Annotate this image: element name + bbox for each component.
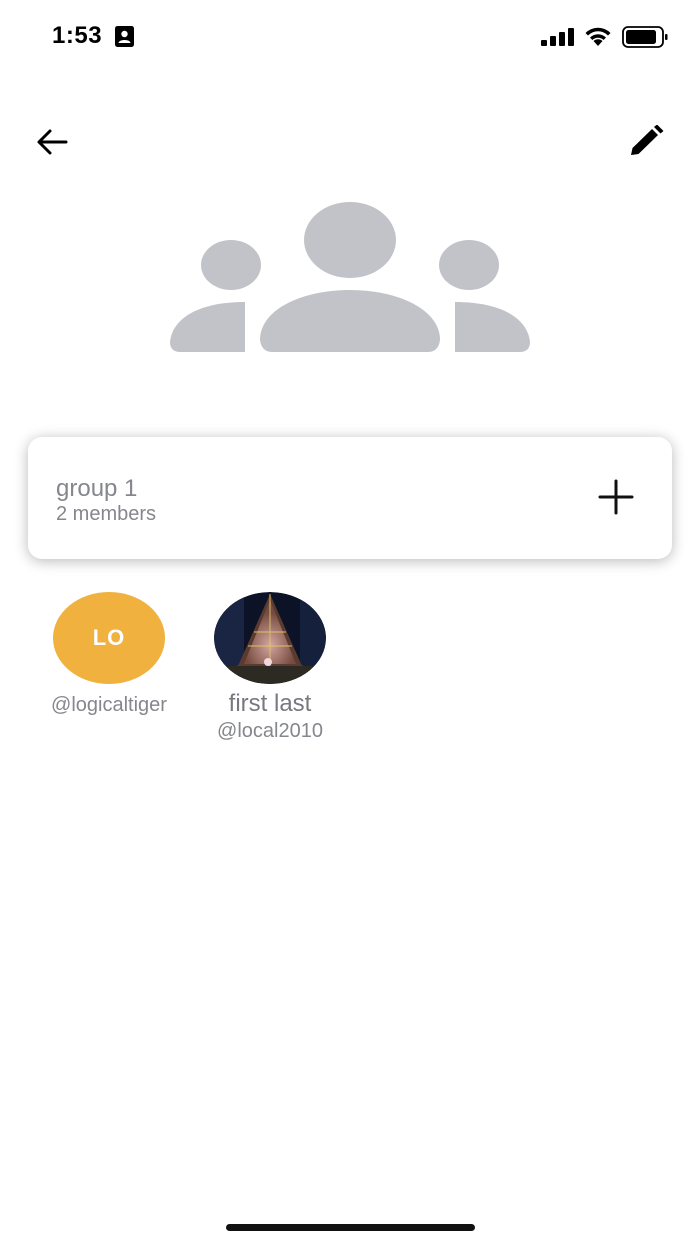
arrow-left-icon <box>37 129 68 155</box>
avatar-initials: LO <box>92 625 126 650</box>
group-name: group 1 <box>56 475 138 502</box>
edit-button[interactable] <box>624 120 670 164</box>
status-time: 1:53 <box>52 22 103 49</box>
back-button[interactable] <box>30 122 74 162</box>
contact-card-icon <box>115 26 134 47</box>
wifi-icon <box>585 27 611 46</box>
member-handle: @logicaltiger <box>51 694 167 716</box>
avatar <box>214 592 326 684</box>
home-indicator[interactable] <box>226 1224 475 1231</box>
member-name: first last <box>228 690 312 717</box>
group-members-count: 2 members <box>56 503 157 525</box>
add-member-button[interactable] <box>592 473 640 521</box>
group-card: group 1 2 members <box>28 437 672 559</box>
member-handle: @local2010 <box>217 720 323 742</box>
member-item[interactable]: first last @local2010 <box>196 592 344 744</box>
battery-icon <box>622 26 668 48</box>
cellular-signal-icon <box>541 28 574 46</box>
group-people-icon <box>170 202 530 354</box>
status-bar: 1:53 <box>0 0 700 72</box>
plus-icon <box>598 479 634 515</box>
pencil-icon <box>631 125 664 155</box>
member-item[interactable]: LO @logicaltiger <box>34 592 184 718</box>
avatar: LO <box>53 592 165 684</box>
